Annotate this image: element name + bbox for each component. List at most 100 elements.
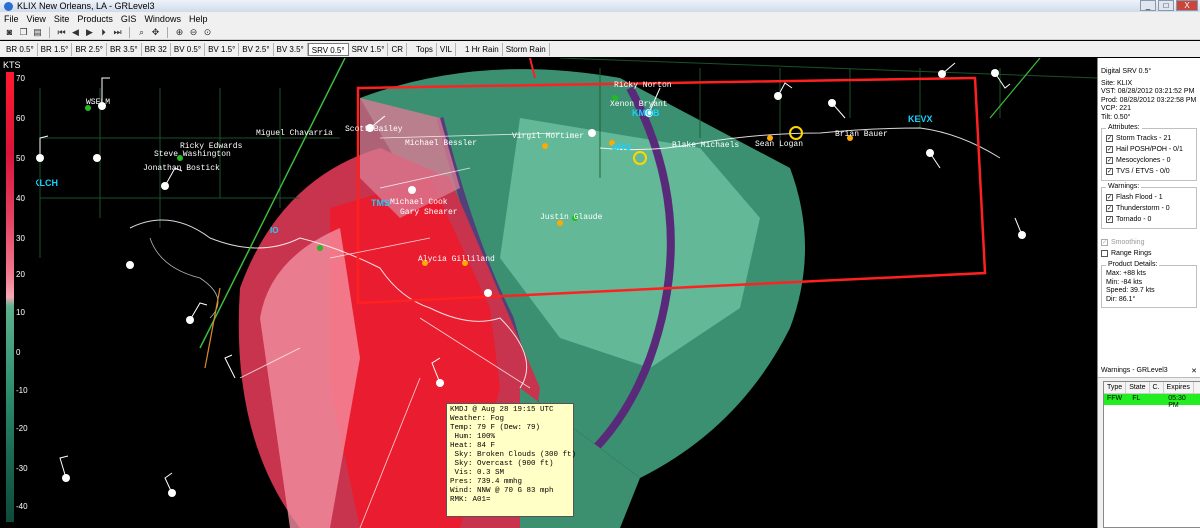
checkbox-empty-icon[interactable] bbox=[1101, 250, 1108, 257]
vst-info: VST: 08/28/2012 03:21:52 PM bbox=[1101, 88, 1195, 95]
station-label[interactable]: Blake Michaels bbox=[672, 141, 739, 150]
station-label[interactable]: Brian Bauer bbox=[835, 130, 888, 139]
colorbar-tick: 30 bbox=[16, 234, 25, 243]
colorbar-tick: 60 bbox=[16, 114, 25, 123]
product-cr[interactable]: CR bbox=[388, 42, 408, 56]
site-label-tms[interactable]: TMS bbox=[371, 198, 390, 208]
col-type[interactable]: Type bbox=[1104, 382, 1127, 393]
checkbox-checked-icon[interactable]: ✓ bbox=[1106, 194, 1113, 201]
close-icon[interactable]: ✕ bbox=[1191, 367, 1197, 375]
warn-label: Flash Flood - 1 bbox=[1116, 194, 1163, 201]
checkbox-checked-icon[interactable]: ✓ bbox=[1106, 157, 1113, 164]
pan-icon[interactable]: ✥ bbox=[150, 27, 161, 38]
menu-file[interactable]: File bbox=[0, 14, 23, 24]
product-br-0-5[interactable]: BR 0.5° bbox=[3, 42, 38, 56]
menu-help[interactable]: Help bbox=[185, 14, 212, 24]
station-label[interactable]: Virgil Mortimer bbox=[512, 132, 584, 141]
product-srv-0-5[interactable]: SRV 0.5° bbox=[307, 42, 349, 56]
col-state[interactable]: State bbox=[1126, 382, 1150, 393]
product-vil[interactable]: VIL bbox=[437, 42, 456, 56]
site-label-kevx[interactable]: KEVX bbox=[908, 114, 933, 124]
print-icon[interactable]: ▤ bbox=[32, 27, 43, 38]
station-label[interactable]: Michael Bessler bbox=[405, 139, 477, 148]
attr-storm-tracks[interactable]: ✓ Storm Tracks - 21 bbox=[1106, 133, 1192, 144]
popup-line: Heat: 84 F bbox=[450, 442, 496, 450]
attributes-group: Attributes: ✓ Storm Tracks - 21 ✓ Hail POS… bbox=[1101, 124, 1197, 181]
play-icon[interactable]: ▶ bbox=[84, 27, 95, 38]
attr-mesocyclones[interactable]: ✓ Mesocyclones - 0 bbox=[1106, 155, 1192, 166]
next-frame-icon[interactable]: ⏵ bbox=[98, 27, 109, 38]
velocity-colorbar: KTS 70 60 50 40 30 20 10 0 -10 -20 -30 -… bbox=[0, 58, 36, 528]
site-label-klch[interactable]: KLCH bbox=[33, 178, 58, 188]
station-label[interactable]: Gary Shearer bbox=[400, 208, 458, 217]
site-info: Site: KLIX bbox=[1101, 79, 1133, 87]
first-frame-icon[interactable]: ⏮ bbox=[56, 27, 67, 38]
warn-thunderstorm[interactable]: ✓ Thunderstorm - 0 bbox=[1106, 203, 1192, 214]
warn-flash-flood[interactable]: ✓ Flash Flood - 1 bbox=[1106, 192, 1192, 203]
product-bv-0-5[interactable]: BV 0.5° bbox=[171, 42, 206, 56]
station-label[interactable]: Justin Glaude bbox=[540, 213, 602, 222]
checkbox-checked-icon[interactable]: ✓ bbox=[1106, 135, 1113, 142]
station-label[interactable]: Sean Logan bbox=[755, 140, 803, 149]
warn-tornado[interactable]: ✓ Tornado - 0 bbox=[1106, 214, 1192, 225]
site-label-kmob[interactable]: KMOB bbox=[632, 108, 660, 118]
col-c[interactable]: C. bbox=[1150, 382, 1164, 393]
station-label[interactable]: Jonathan Bostick bbox=[143, 164, 220, 173]
station-label[interactable]: Miguel Chavarria bbox=[256, 129, 333, 138]
checkbox-checked-icon[interactable]: ✓ bbox=[1106, 146, 1113, 153]
prev-frame-icon[interactable]: ◀ bbox=[70, 27, 81, 38]
product-srv-1-5[interactable]: SRV 1.5° bbox=[349, 42, 389, 56]
product-bv-1-5[interactable]: BV 1.5° bbox=[205, 42, 240, 56]
product-1hr-rain[interactable]: 1 Hr Rain bbox=[462, 42, 503, 56]
station-label[interactable]: Alycia Gilliland bbox=[418, 255, 495, 264]
radar-map[interactable]: Ricky Norton Xenon Bryant KMOB Blake Mic… bbox=[0, 58, 1097, 528]
site-label-io[interactable]: IO bbox=[270, 226, 278, 235]
product-bar: BR 0.5° BR 1.5° BR 2.5° BR 3.5° BR 32 BV… bbox=[0, 41, 1200, 57]
product-br-32[interactable]: BR 32 bbox=[142, 42, 171, 56]
checkbox-checked-icon[interactable]: ✓ bbox=[1106, 205, 1113, 212]
checkbox-checked-icon[interactable]: ✓ bbox=[1106, 168, 1113, 175]
last-frame-icon[interactable]: ⏭ bbox=[112, 27, 123, 38]
product-br-2-5[interactable]: BR 2.5° bbox=[72, 42, 107, 56]
minimize-button[interactable]: _ bbox=[1140, 0, 1156, 11]
menu-gis[interactable]: GIS bbox=[117, 14, 141, 24]
menu-site[interactable]: Site bbox=[50, 14, 74, 24]
menu-view[interactable]: View bbox=[23, 14, 50, 24]
cell-c bbox=[1155, 394, 1165, 405]
close-button[interactable]: X bbox=[1176, 0, 1198, 11]
station-label[interactable]: Ricky Norton bbox=[614, 81, 672, 90]
product-storm-rain[interactable]: Storm Rain bbox=[503, 42, 550, 56]
zoom-reset-icon[interactable]: ⊙ bbox=[202, 27, 213, 38]
open-icon[interactable]: ◙ bbox=[4, 27, 15, 38]
site-label-srg[interactable]: SRG bbox=[612, 142, 632, 152]
attr-hail[interactable]: ✓ Hail POSH/POH - 0/1 bbox=[1106, 144, 1192, 155]
colorbar-tick: -40 bbox=[16, 502, 28, 511]
smoothing-toggle[interactable]: ✓ Smoothing bbox=[1101, 237, 1197, 248]
product-name: Digital SRV 0.5° bbox=[1101, 68, 1152, 75]
product-bv-3-5[interactable]: BV 3.5° bbox=[274, 42, 308, 56]
station-label[interactable]: WSELM bbox=[86, 98, 110, 107]
table-row[interactable]: FFW FL 05:30 PM bbox=[1104, 394, 1200, 409]
checkbox-checked-icon[interactable]: ✓ bbox=[1101, 239, 1108, 246]
product-bv-2-5[interactable]: BV 2.5° bbox=[239, 42, 274, 56]
attr-label: Storm Tracks - 21 bbox=[1116, 135, 1172, 142]
product-tops[interactable]: Tops bbox=[413, 42, 437, 56]
range-rings-toggle[interactable]: Range Rings bbox=[1101, 248, 1197, 259]
station-label[interactable]: Scott Bailey bbox=[345, 125, 403, 134]
col-expires[interactable]: Expires bbox=[1164, 382, 1194, 393]
zoom-out-icon[interactable]: ⊖ bbox=[188, 27, 199, 38]
zoom-icon[interactable]: ⌕ bbox=[136, 27, 147, 38]
product-br-1-5[interactable]: BR 1.5° bbox=[38, 42, 73, 56]
product-br-3-5[interactable]: BR 3.5° bbox=[107, 42, 142, 56]
menu-products[interactable]: Products bbox=[73, 14, 117, 24]
checkbox-checked-icon[interactable]: ✓ bbox=[1106, 216, 1113, 223]
maximize-button[interactable]: □ bbox=[1158, 0, 1174, 11]
colorbar-tick: 20 bbox=[16, 270, 25, 279]
copy-icon[interactable]: ❐ bbox=[18, 27, 29, 38]
product-details-group: Product Details: Max: +88 kts Min: -84 k… bbox=[1101, 261, 1197, 308]
menu-windows[interactable]: Windows bbox=[140, 14, 185, 24]
zoom-in-icon[interactable]: ⊕ bbox=[174, 27, 185, 38]
station-label[interactable]: Michael Cook bbox=[390, 198, 448, 207]
attr-tvs[interactable]: ✓ TVS / ETVS - 0/0 bbox=[1106, 166, 1192, 177]
station-label[interactable]: Steve Washington bbox=[154, 150, 231, 159]
